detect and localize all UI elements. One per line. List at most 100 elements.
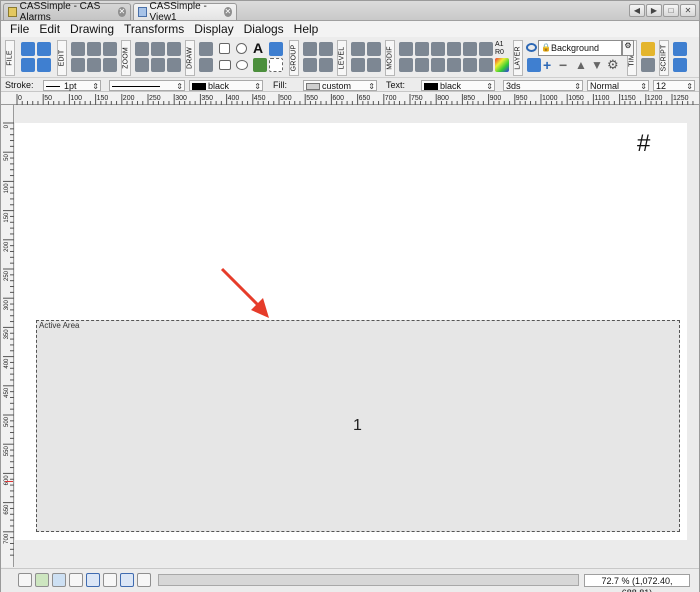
layer-manager-icon[interactable] [527,58,541,72]
send-back-icon[interactable] [367,42,381,56]
add-layer-icon[interactable]: + [543,57,551,73]
menu-display[interactable]: Display [191,21,240,37]
emoji-icon[interactable] [137,573,151,587]
color-palette-icon[interactable] [495,58,509,72]
close-tab-icon[interactable]: ✕ [223,7,232,17]
tab-cas-alarms[interactable]: CASSimple - CAS Alarms ✕ [3,1,131,23]
stroke-dash-select[interactable]: ⇕ [109,80,185,91]
move-icon[interactable] [431,42,445,56]
duplicate-icon[interactable] [71,58,85,72]
active-area[interactable]: Active Area 1 [36,320,680,532]
ruler-label: 400 [4,358,10,369]
layer-down-icon[interactable]: ▼ [591,58,603,72]
text-color-select[interactable]: black ⇕ [421,80,495,91]
rotate-icon[interactable] [463,42,477,56]
select-mode-icon[interactable] [18,573,32,587]
paste-icon[interactable] [103,42,117,56]
layer-settings-icon[interactable]: ⚙ [607,57,619,73]
close-window-button[interactable]: ✕ [680,4,696,17]
fill-select[interactable]: custom ⇕ [303,80,377,91]
horizontal-ruler: 0 50 100 150 200 250 300 350 400 450 500 550 600 650 7… [1,92,699,105]
flip-icon[interactable] [479,42,493,56]
toolbar-group-level: LEVEL [337,40,347,76]
symbol-tool-icon[interactable] [269,42,283,56]
time-settings-icon[interactable] [641,58,655,72]
snap-grid-icon[interactable] [52,573,66,587]
rounded-rect-tool-icon[interactable] [219,60,231,70]
font-select[interactable]: 3ds ⇕ [503,80,583,91]
bring-front-icon[interactable] [351,42,365,56]
align-icon[interactable] [399,42,413,56]
menu-file[interactable]: File [7,21,36,37]
snap-icon[interactable] [35,573,49,587]
menu-dialogs[interactable]: Dialogs [241,21,291,37]
menu-transforms[interactable]: Transforms [121,21,191,37]
previous-tab-button[interactable]: ◀ [629,4,645,17]
ortho-icon[interactable] [120,573,134,587]
layer-visibility-icon[interactable] [526,43,537,52]
line-tool-icon[interactable] [199,42,213,56]
next-tab-button[interactable]: ▶ [646,4,662,17]
zoom-selection-icon[interactable] [151,58,165,72]
image-tool-icon[interactable] [253,58,267,72]
area-tool-icon[interactable] [269,58,283,72]
save-icon[interactable] [21,58,35,72]
animate-icon[interactable] [463,58,477,72]
ruler-label: 350 [4,329,10,340]
stroke-width-select[interactable]: 1pt ⇕ [43,80,101,91]
size-select[interactable]: 12 ⇕ [653,80,695,91]
text-tool-icon[interactable]: A [253,40,263,56]
tag-indicator[interactable]: A1 R0 [495,41,504,57]
ellipse-tool-icon[interactable] [236,60,248,70]
active-area-value: 1 [353,417,362,434]
zoom-in-icon[interactable] [135,42,149,56]
zoom-fit-icon[interactable] [167,42,181,56]
maximize-button[interactable]: □ [663,4,679,17]
rectangle-tool-icon[interactable] [219,43,230,54]
copy-style-icon[interactable] [399,58,413,72]
zoom-out-icon[interactable] [151,42,165,56]
bring-forward-icon[interactable] [351,58,365,72]
menu-help[interactable]: Help [291,21,326,37]
grid-icon[interactable] [69,573,83,587]
remove-layer-icon[interactable]: − [559,57,567,73]
exit-group-icon[interactable] [319,58,333,72]
script-edit-icon[interactable] [673,42,687,56]
polyline-tool-icon[interactable] [199,58,213,72]
time-edit-icon[interactable] [641,42,655,56]
hash-symbol[interactable]: # [637,130,650,158]
zoom-window-icon[interactable] [135,58,149,72]
enter-group-icon[interactable] [303,58,317,72]
layer-up-icon[interactable]: ▲ [575,58,587,72]
page-frame-icon[interactable] [86,573,100,587]
toolbar-group-modif: MODIF [385,40,395,76]
link-icon[interactable] [447,58,461,72]
delete-icon[interactable] [87,58,101,72]
circle-tool-icon[interactable] [236,43,247,54]
layer-select[interactable]: 🔒 Background [538,40,622,56]
stroke-color-select[interactable]: black ⇕ [189,80,263,91]
ungroup-icon[interactable] [319,42,333,56]
distribute-icon[interactable] [415,42,429,56]
select-all-icon[interactable] [103,58,117,72]
angle-icon[interactable] [103,573,117,587]
gradient-icon[interactable] [479,58,493,72]
redo-icon[interactable] [37,42,51,56]
script-list-icon[interactable] [673,58,687,72]
paste-style-icon[interactable] [415,58,429,72]
resize-icon[interactable] [447,42,461,56]
menu-drawing[interactable]: Drawing [67,21,121,37]
menu-edit[interactable]: Edit [36,21,67,37]
copy-icon[interactable] [87,42,101,56]
close-tab-icon[interactable]: ✕ [117,7,126,17]
layer-options-button[interactable]: ⚙ [622,40,634,56]
send-backward-icon[interactable] [367,58,381,72]
open-icon[interactable] [37,58,51,72]
tab-view1[interactable]: CASSimple - View1 ✕ [133,1,237,23]
connect-icon[interactable] [431,58,445,72]
undo-icon[interactable] [21,42,35,56]
pan-icon[interactable] [167,58,181,72]
group-icon[interactable] [303,42,317,56]
cut-icon[interactable] [71,42,85,56]
style-select[interactable]: Normal ⇕ [587,80,649,91]
